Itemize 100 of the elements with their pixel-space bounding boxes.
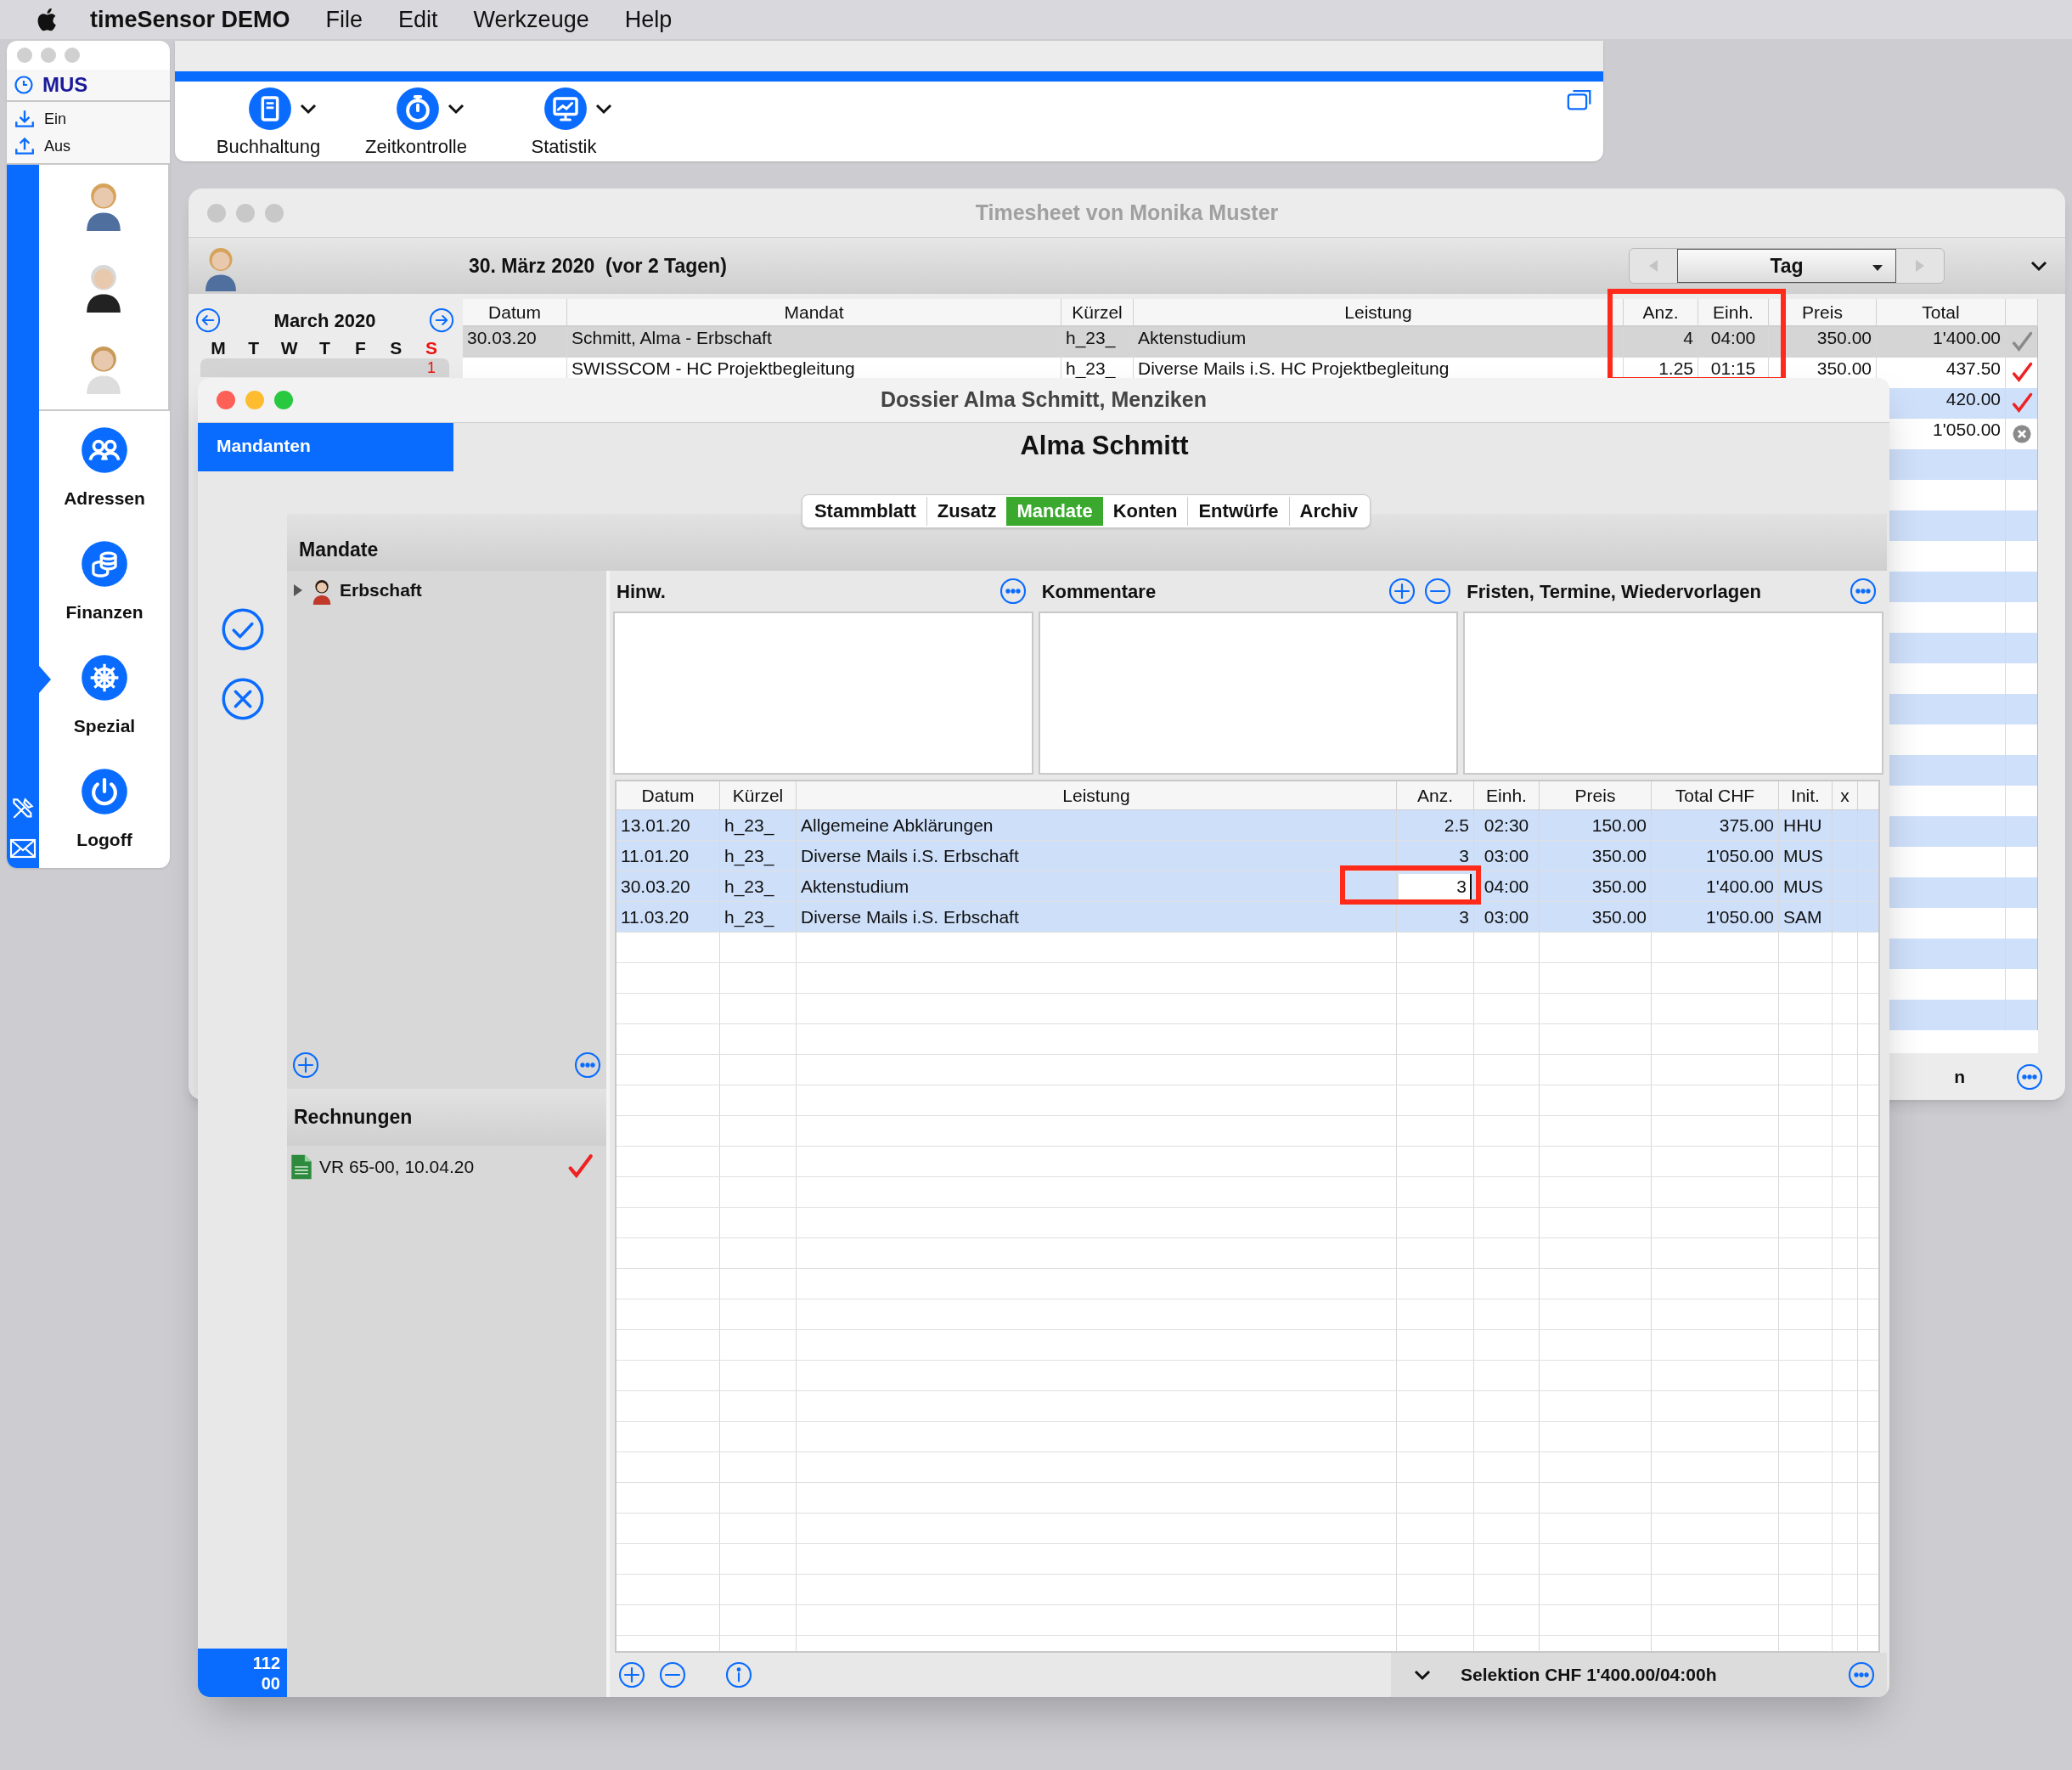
table-row[interactable]: 11.03.20 h_23_ Diverse Mails i.S. Erbschaft 3 03:00 350.00 1'050.00 SAM <box>617 902 1878 933</box>
presentation-icon[interactable] <box>543 87 588 131</box>
note-field[interactable] <box>1463 612 1883 775</box>
chevron-down-icon[interactable] <box>2030 260 2048 272</box>
column-header[interactable]: Kürzel <box>1061 299 1134 326</box>
ship-wheel-icon[interactable] <box>81 654 128 702</box>
table-row[interactable]: 30.03.20 Schmitt, Alma - Erbschaft h_23_ Aktenstudium 4 04:00 350.00 1'400.00 <box>463 327 2038 358</box>
disclosure-triangle-icon[interactable] <box>292 583 304 597</box>
table-row[interactable]: 13.01.20 h_23_ Allgemeine Abklärungen 2.5 02:30 150.00 375.00 HHU <box>617 810 1878 841</box>
window-close-button[interactable] <box>217 391 235 409</box>
column-header[interactable]: Preis <box>1540 781 1652 809</box>
column-header[interactable]: Datum <box>463 299 567 326</box>
tab[interactable]: Entwürfe <box>1188 497 1290 526</box>
column-header[interactable]: Total <box>1877 299 2006 326</box>
column-header[interactable]: Kürzel <box>720 781 797 809</box>
more-icon[interactable] <box>999 578 1027 605</box>
period-dropdown[interactable]: Tag <box>1677 249 1896 283</box>
tree-item[interactable]: Erbschaft <box>287 576 606 605</box>
calendar-month: March 2020 <box>273 308 376 333</box>
nav-item[interactable]: Logoff <box>39 768 170 853</box>
checkmark-icon[interactable] <box>220 607 265 651</box>
upload-icon <box>14 135 36 157</box>
column-header[interactable]: Leistung <box>1134 299 1624 326</box>
left-triangle-icon <box>1647 259 1659 273</box>
note-field[interactable] <box>1038 612 1459 775</box>
column-header[interactable]: Datum <box>617 781 720 809</box>
menu-item[interactable]: File <box>325 2 363 37</box>
clock-in-button[interactable]: Ein <box>7 105 170 132</box>
chevron-down-icon[interactable] <box>594 103 613 115</box>
chevron-down-icon[interactable] <box>1413 1669 1432 1681</box>
counter-text: 00 <box>261 1672 280 1694</box>
add-icon[interactable] <box>1388 578 1416 605</box>
quantity-input[interactable]: 3 <box>1399 874 1472 899</box>
window-title: Timesheet von Monika Muster <box>974 199 1280 226</box>
chevron-down-icon[interactable] <box>447 103 465 115</box>
mail-icon[interactable] <box>9 837 37 860</box>
download-icon <box>14 108 36 130</box>
weekday-label: M <box>210 337 227 359</box>
weekday-label: F <box>353 337 367 359</box>
window-title: Dossier Alma Schmitt, Menziken <box>880 386 1208 414</box>
info-icon[interactable] <box>725 1661 752 1688</box>
dropdown-arrow-icon <box>1872 264 1883 272</box>
add-icon[interactable] <box>618 1661 645 1688</box>
remove-icon[interactable] <box>659 1661 686 1688</box>
counter-text: 112 <box>252 1652 280 1673</box>
stopwatch-icon[interactable] <box>396 87 440 131</box>
column-header[interactable]: Preis <box>1769 299 1877 326</box>
power-icon[interactable] <box>81 768 128 815</box>
weekday-label: T <box>247 337 261 359</box>
tab[interactable]: Archiv <box>1289 497 1369 526</box>
clock-out-button[interactable]: Aus <box>7 132 170 160</box>
nav-item[interactable]: Finanzen <box>39 540 170 625</box>
column-header[interactable]: Anz. <box>1397 781 1474 809</box>
panel-title: Kommentare <box>1041 579 1157 604</box>
column-header[interactable]: Init. <box>1779 781 1833 809</box>
side-tab[interactable]: Mandanten <box>198 423 453 471</box>
column-header[interactable]: Total CHF <box>1652 781 1779 809</box>
column-header[interactable]: Mandat <box>567 299 1061 326</box>
menu-item[interactable]: Edit <box>398 2 438 37</box>
column-header[interactable]: Einh. <box>1474 781 1540 809</box>
toolbar-button[interactable]: Buchhaltung <box>209 87 336 161</box>
coins-icon[interactable] <box>81 540 128 588</box>
clock-icon <box>14 75 34 95</box>
column-header[interactable]: Leistung <box>797 781 1397 809</box>
period-selector[interactable]: Tag <box>1629 248 1945 284</box>
nav-item[interactable]: Adressen <box>39 426 170 511</box>
menu-item[interactable]: Help <box>624 2 673 37</box>
column-header[interactable]: Anz. <box>1624 299 1698 326</box>
column-header[interactable]: x <box>1833 781 1858 809</box>
weekday-label: S <box>389 337 403 359</box>
tab[interactable]: Stammblatt <box>803 497 927 526</box>
toolbar-button[interactable]: Zeitkontrolle <box>357 87 484 161</box>
invoice-item[interactable]: VR 65-00, 10.04.20 <box>287 1146 606 1188</box>
tab[interactable]: Konten <box>1102 497 1189 526</box>
section-title: Rechnungen <box>294 1105 413 1130</box>
weekday-label: S <box>425 337 439 359</box>
nav-item[interactable]: Spezial <box>39 654 170 739</box>
more-icon[interactable] <box>2016 1063 2043 1091</box>
weekday-label: T <box>318 337 331 359</box>
add-icon[interactable] <box>292 1051 319 1079</box>
remove-icon[interactable] <box>1424 578 1452 605</box>
people-icon[interactable] <box>81 426 128 474</box>
app-name[interactable]: timeSensor DEMO <box>90 2 290 37</box>
note-field[interactable] <box>613 612 1033 775</box>
date-heading: 30. März 2020 (vor 2 Tagen) <box>469 253 727 279</box>
menu-item[interactable]: Werkzeuge <box>473 2 589 37</box>
more-icon[interactable] <box>1850 578 1877 605</box>
table-row[interactable]: 30.03.20 h_23_ Aktenstudium 3 04:00 350.00 1'400.00 MUS <box>617 871 1878 902</box>
chevron-down-icon[interactable] <box>299 103 318 115</box>
more-icon[interactable] <box>1848 1661 1875 1688</box>
tab[interactable]: Zusatz <box>926 497 1007 526</box>
more-icon[interactable] <box>574 1051 601 1079</box>
weekday-label: W <box>279 337 299 359</box>
window-zoom-button[interactable] <box>274 391 293 409</box>
column-header[interactable]: Einh. <box>1698 299 1769 326</box>
table-row[interactable]: 11.01.20 h_23_ Diverse Mails i.S. Erbschaft 3 03:00 350.00 1'050.00 MUS <box>617 841 1878 871</box>
book-icon[interactable] <box>248 87 292 131</box>
client-name: Alma Schmitt <box>1019 430 1190 462</box>
close-icon[interactable] <box>220 677 265 721</box>
toolbar-button[interactable]: Statistik <box>504 87 632 161</box>
